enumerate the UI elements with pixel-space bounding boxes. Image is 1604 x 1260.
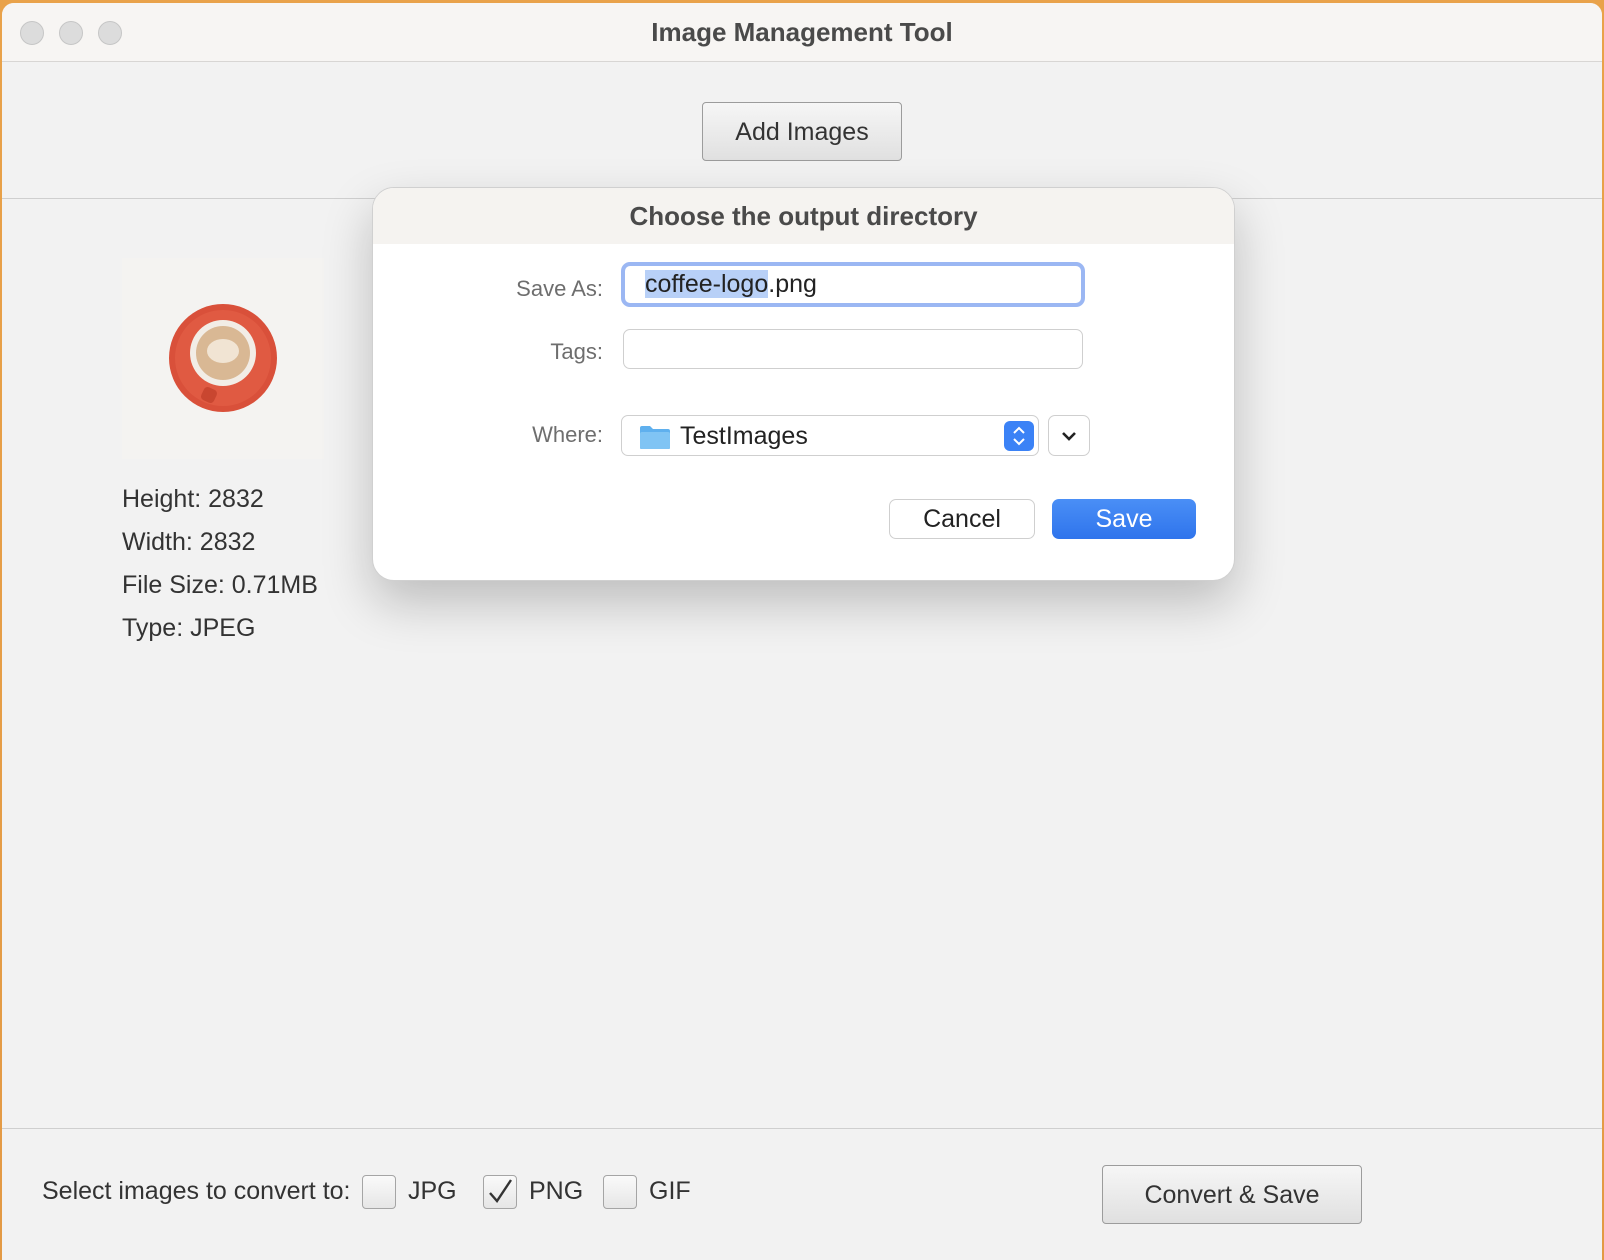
title-bar: Image Management Tool: [2, 3, 1602, 62]
where-popup[interactable]: TestImages: [621, 415, 1039, 456]
add-images-button[interactable]: Add Images: [702, 102, 902, 161]
top-toolbar: Add Images: [2, 62, 1602, 199]
where-value: TestImages: [680, 422, 808, 450]
tags-input[interactable]: [623, 329, 1083, 369]
where-label: Where:: [532, 422, 603, 447]
convert-save-button[interactable]: Convert & Save: [1102, 1165, 1362, 1224]
save-as-extension: .png: [768, 270, 817, 298]
save-as-input[interactable]: coffee-logo.png: [621, 262, 1085, 307]
folder-icon: [640, 426, 670, 449]
checkmark-icon: [489, 1179, 512, 1203]
image-type: Type: JPEG: [122, 614, 256, 642]
chevron-down-icon: [1062, 432, 1076, 441]
jpg-label: JPG: [408, 1177, 457, 1205]
save-as-label: Save As:: [516, 276, 603, 301]
dialog-title: Choose the output directory: [373, 188, 1234, 244]
stepper-icon: [1004, 421, 1034, 451]
image-file-size: File Size: 0.71MB: [122, 571, 318, 599]
window-title: Image Management Tool: [651, 17, 953, 47]
png-checkbox[interactable]: [483, 1175, 517, 1209]
convert-format-label: Select images to convert to:: [42, 1177, 351, 1205]
tags-label: Tags:: [550, 339, 603, 364]
save-button[interactable]: Save: [1052, 499, 1196, 539]
gif-label: GIF: [649, 1177, 691, 1205]
cancel-button[interactable]: Cancel: [889, 499, 1035, 539]
coffee-cup-image: [122, 258, 324, 459]
save-as-selected-text: coffee-logo: [645, 270, 769, 298]
jpg-checkbox[interactable]: [362, 1175, 396, 1209]
image-thumbnail[interactable]: [122, 258, 324, 459]
image-height: Height: 2832: [122, 485, 264, 513]
save-dialog: Choose the output directory Save As: cof…: [372, 187, 1235, 581]
gif-checkbox[interactable]: [603, 1175, 637, 1209]
png-label: PNG: [529, 1177, 584, 1205]
image-width: Width: 2832: [122, 528, 256, 556]
bottom-bar: Select images to convert to: JPG PNG GIF…: [2, 1128, 1602, 1260]
expand-browser-button[interactable]: [1048, 415, 1090, 456]
